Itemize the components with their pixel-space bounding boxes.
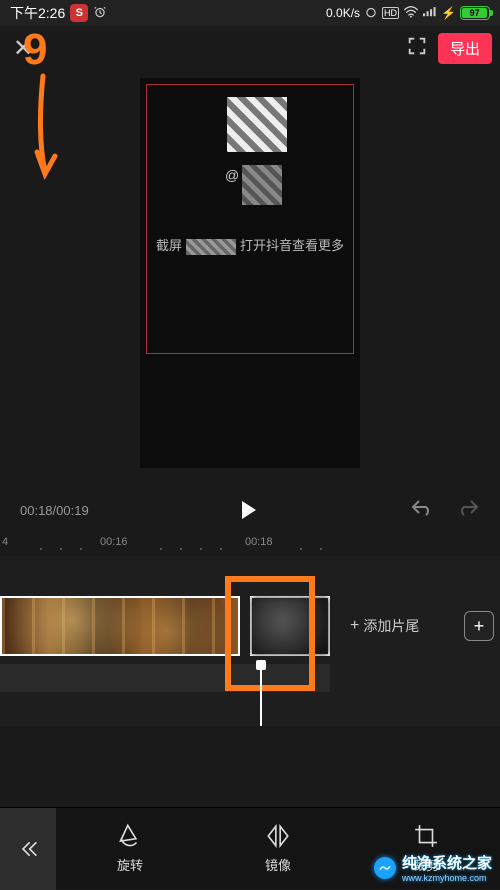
rotate-icon xyxy=(117,823,143,849)
rotate-label: 旋转 xyxy=(117,855,143,874)
alarm-icon xyxy=(93,5,107,22)
playback-controls: 00:18/00:19 xyxy=(0,490,500,530)
time-display: 00:18/00:19 xyxy=(20,503,89,518)
mirror-label: 镜像 xyxy=(265,855,291,874)
hint-prefix: 截屏 xyxy=(156,238,182,253)
watermark-url: www.kzmyhome.com xyxy=(402,873,492,883)
rotate-tool[interactable]: 旋转 xyxy=(117,823,143,874)
mirror-icon xyxy=(265,823,291,849)
editor-top-bar: ✕ 导出 xyxy=(0,26,500,70)
close-button[interactable]: ✕ xyxy=(8,34,38,63)
at-symbol: @ xyxy=(225,167,239,183)
net-speed: 0.0K/s xyxy=(326,6,360,20)
ruler-mark-1: 00:16 xyxy=(100,536,128,548)
watermark: 纯净系统之家 www.kzmyhome.com xyxy=(374,852,492,883)
preview-canvas: @ 截屏 打开抖音查看更多 xyxy=(140,78,360,468)
preview-hint: 截屏 打开抖音查看更多 xyxy=(147,235,353,255)
crop-icon xyxy=(413,823,439,849)
playhead[interactable] xyxy=(260,666,262,726)
wifi-icon xyxy=(403,6,419,21)
video-preview[interactable]: @ 截屏 打开抖音查看更多 xyxy=(0,70,500,490)
timeline-ruler[interactable]: 4 00:16 00:18 xyxy=(0,530,500,554)
alarm-icon-2 xyxy=(364,5,378,22)
app-badge-icon: S xyxy=(70,4,88,22)
hint-suffix: 打开抖音查看更多 xyxy=(240,238,344,253)
ruler-mark-0: 4 xyxy=(2,536,8,548)
battery-icon: 97 xyxy=(460,6,490,20)
back-button[interactable] xyxy=(0,808,56,890)
add-tail-label: 添加片尾 xyxy=(363,616,419,636)
status-right: 0.0K/s HD ⚡ 97 xyxy=(326,5,490,22)
undo-button[interactable] xyxy=(410,497,434,523)
highlight-annotation xyxy=(225,576,315,691)
video-clip[interactable] xyxy=(0,596,240,656)
avatar-placeholder xyxy=(227,97,287,152)
selection-box: @ 截屏 打开抖音查看更多 xyxy=(146,84,354,354)
hint-redacted xyxy=(186,239,236,255)
mirror-tool[interactable]: 镜像 xyxy=(265,823,291,874)
clock: 下午2:26 xyxy=(10,3,65,23)
plus-label: + xyxy=(474,616,485,637)
status-left: 下午2:26 S xyxy=(10,3,107,23)
play-button[interactable] xyxy=(242,501,256,519)
timeline[interactable]: + 添加片尾 + xyxy=(0,556,500,726)
plus-icon: + xyxy=(350,617,359,635)
ruler-mark-2: 00:18 xyxy=(245,536,273,548)
signal-icon xyxy=(423,6,437,21)
add-clip-button[interactable]: + xyxy=(464,611,494,641)
redo-button[interactable] xyxy=(456,497,480,523)
status-bar: 下午2:26 S 0.0K/s HD ⚡ 97 xyxy=(0,0,500,26)
export-button[interactable]: 导出 xyxy=(438,33,492,64)
total-time: 00:19 xyxy=(56,503,89,518)
hd-icon: HD xyxy=(382,7,399,19)
charging-icon: ⚡ xyxy=(441,6,456,20)
fullscreen-icon[interactable] xyxy=(406,35,428,62)
watermark-text: 纯净系统之家 xyxy=(402,852,492,873)
current-time: 00:18 xyxy=(20,503,53,518)
battery-pct: 97 xyxy=(462,8,487,18)
watermark-logo-icon xyxy=(374,857,396,879)
username-placeholder xyxy=(242,165,282,205)
add-tail-button[interactable]: + 添加片尾 xyxy=(350,616,419,636)
